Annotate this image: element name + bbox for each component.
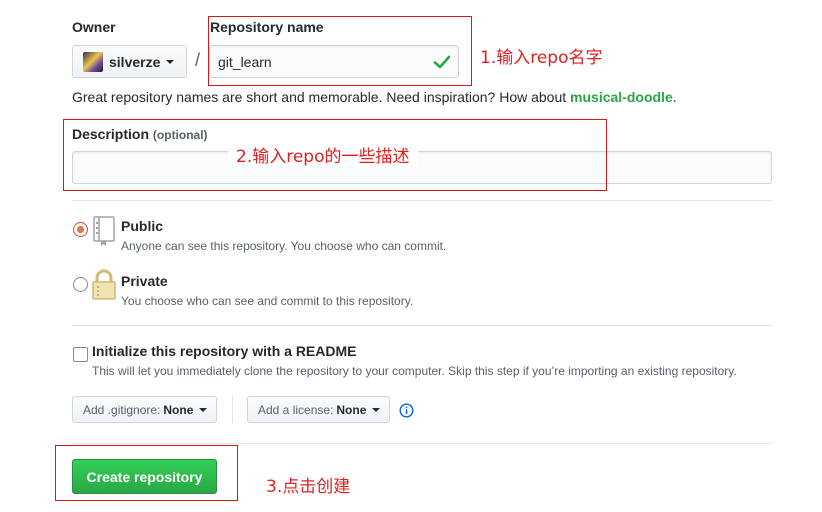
annotation-box-create: [55, 445, 238, 501]
gitignore-value: None: [163, 402, 194, 417]
license-value: None: [336, 402, 367, 417]
repo-book-icon: [93, 216, 115, 246]
public-radio[interactable]: [73, 222, 88, 237]
divider: [72, 325, 772, 326]
select-separator: [232, 395, 233, 423]
caret-down-icon: [372, 407, 381, 412]
readme-checkbox[interactable]: [73, 347, 88, 362]
divider: [72, 443, 772, 444]
owner-repo-separator: /: [195, 50, 201, 70]
license-select[interactable]: Add a license: None: [247, 396, 390, 423]
license-label: Add a license:: [258, 402, 334, 417]
hint-end: .: [672, 89, 677, 105]
public-title: Public: [121, 218, 164, 234]
owner-select-button[interactable]: silverze: [72, 45, 187, 78]
private-desc: You choose who can see and commit to thi…: [121, 294, 414, 308]
lock-icon: [92, 269, 116, 300]
private-title: Private: [121, 273, 168, 289]
divider: [72, 200, 772, 201]
gitignore-label: Add .gitignore:: [83, 402, 161, 417]
private-radio[interactable]: [73, 277, 88, 292]
annotation-step-1: 1.输入repo名字: [480, 48, 603, 68]
readme-title: Initialize this repository with a README: [92, 343, 357, 359]
info-icon[interactable]: [399, 403, 414, 418]
caret-down-icon: [166, 59, 175, 64]
annotation-step-3: 3.点击创建: [266, 477, 351, 497]
gitignore-select[interactable]: Add .gitignore: None: [72, 396, 217, 423]
avatar: [83, 51, 103, 72]
suggestion-link[interactable]: musical-doodle: [570, 89, 673, 105]
owner-label: Owner: [72, 19, 116, 35]
public-desc: Anyone can see this repository. You choo…: [121, 239, 447, 253]
hint-text: Great repository names are short and mem…: [72, 89, 571, 105]
annotation-box-repo-name: [208, 16, 472, 86]
owner-name: silverze: [109, 53, 161, 70]
readme-desc: This will let you immediately clone the …: [92, 364, 737, 378]
caret-down-icon: [199, 407, 208, 412]
annotation-step-2: 2.输入repo的一些描述: [228, 142, 418, 167]
repo-name-hint: Great repository names are short and mem…: [72, 89, 677, 105]
